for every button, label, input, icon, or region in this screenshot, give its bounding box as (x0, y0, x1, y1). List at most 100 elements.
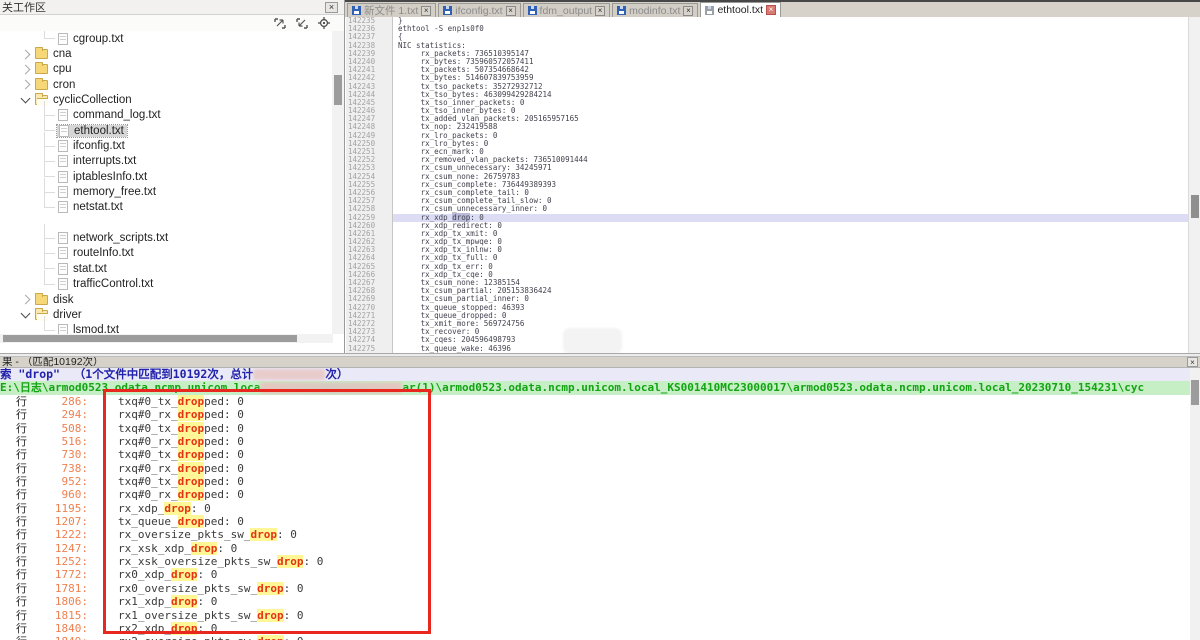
result-row[interactable]: 行1247:rx_xsk_xdp_drop: 0 (0, 542, 1188, 555)
result-row[interactable]: 行508:txq#0_tx_dropped: 0 (0, 422, 1188, 435)
chevron-right-icon[interactable] (21, 80, 31, 90)
editor-line-text: tx_xmit_more: 569724756 (393, 320, 1188, 328)
result-row[interactable]: 行1772:rx0_xdp_drop: 0 (0, 568, 1188, 581)
close-icon[interactable]: × (766, 5, 776, 15)
editor-line[interactable]: 142237{ (346, 33, 1188, 41)
result-row[interactable]: 行730:txq#0_tx_dropped: 0 (0, 448, 1188, 461)
result-line-number: 952: (26, 475, 88, 488)
chevron-right-icon[interactable] (21, 295, 31, 305)
sidebar-item-cgroup.txt[interactable]: cgroup.txt (0, 31, 333, 46)
redaction-box (563, 328, 622, 353)
redaction-box (253, 369, 325, 380)
sidebar-item-netstat.txt[interactable]: netstat.txt (0, 200, 333, 215)
chevron-down-icon[interactable] (21, 308, 31, 318)
result-row[interactable]: 行1207:tx_queue_dropped: 0 (0, 515, 1188, 528)
result-row[interactable]: 行286:txq#0_tx_dropped: 0 (0, 395, 1188, 408)
tab-modinfo.txt[interactable]: modinfo.txt× (612, 3, 698, 17)
tab-label: fdm_output (540, 5, 593, 17)
search-match: drop (178, 435, 205, 448)
result-line-number: 508: (26, 422, 88, 435)
sidebar-item-trafficControl.txt[interactable]: trafficControl.txt (0, 277, 333, 292)
result-text: rx1_xdp_drop: 0 (118, 595, 217, 608)
expand-all-icon[interactable] (274, 18, 286, 29)
result-row[interactable]: 行1222:rx_oversize_pkts_sw_drop: 0 (0, 528, 1188, 541)
tree-selected-item[interactable]: ethtool.txt (57, 125, 127, 137)
result-file-path[interactable]: E:\日志\armod0523.odata.ncmp.unicom.locaar… (0, 381, 1200, 395)
collapse-all-icon[interactable] (296, 18, 308, 29)
close-icon[interactable]: × (683, 6, 693, 16)
match-post: ped: 0 (204, 408, 244, 421)
chevron-right-icon[interactable] (21, 64, 31, 74)
editor-line[interactable]: 142236ethtool -S enp1s0f0 (346, 25, 1188, 33)
close-icon[interactable]: × (421, 6, 431, 16)
tree-item-label: network_scripts.txt (73, 232, 168, 244)
match-post: ped: 0 (204, 475, 244, 488)
tree-vscrollbar[interactable] (332, 31, 344, 334)
result-row[interactable]: 行1195:rx_xdp_drop: 0 (0, 502, 1188, 515)
result-line-number: 1222: (26, 528, 88, 541)
row-prefix-label: 行 (0, 488, 26, 501)
results-vscrollbar[interactable] (1190, 368, 1200, 640)
tab--1.txt[interactable]: 新文件 1.txt× (347, 3, 436, 17)
result-text: rx0_oversize_pkts_sw_drop: 0 (118, 582, 303, 595)
row-prefix-label: 行 (0, 502, 26, 515)
floppy-icon (705, 6, 714, 15)
sidebar-item-cpu[interactable]: cpu (0, 62, 333, 77)
scrollbar-thumb[interactable] (3, 335, 297, 342)
close-icon[interactable]: × (595, 6, 605, 16)
result-row[interactable]: 行1252:rx_xsk_oversize_pkts_sw_drop: 0 (0, 555, 1188, 568)
tree-hscrollbar[interactable] (0, 334, 333, 343)
result-row[interactable]: 行1781:rx0_oversize_pkts_sw_drop: 0 (0, 582, 1188, 595)
scrollbar-thumb[interactable] (334, 75, 342, 105)
scrollbar-thumb[interactable] (1191, 195, 1199, 218)
match-pre: rxq#0_rx_ (118, 462, 178, 475)
tree-item-label: routeInfo.txt (73, 247, 134, 259)
match-post: : 0 (197, 595, 217, 608)
result-row[interactable]: 行960:rxq#0_rx_dropped: 0 (0, 488, 1188, 501)
workspace-toolbar (0, 15, 344, 31)
editor-vscrollbar[interactable] (1188, 17, 1200, 353)
locate-file-icon[interactable] (318, 17, 330, 29)
row-prefix-label: 行 (0, 435, 26, 448)
folder-icon (35, 80, 48, 90)
folder-icon (35, 49, 48, 59)
chevron-right-icon[interactable] (21, 49, 31, 59)
result-row[interactable]: 行738:rxq#0_rx_dropped: 0 (0, 462, 1188, 475)
floppy-icon (528, 6, 537, 15)
result-text: rx0_xdp_drop: 0 (118, 568, 217, 581)
tab-ethtool.txt[interactable]: ethtool.txt× (700, 2, 781, 17)
match-pre: rxq#0_rx_ (118, 435, 178, 448)
result-row[interactable]: 行294:rxq#0_rx_dropped: 0 (0, 408, 1188, 421)
close-icon[interactable]: × (325, 2, 338, 13)
close-icon[interactable]: × (1187, 357, 1198, 367)
result-row[interactable]: 行1806:rx1_xdp_drop: 0 (0, 595, 1188, 608)
chevron-down-icon[interactable] (21, 94, 31, 104)
editor-pane[interactable]: 142235}142236ethtool -S enp1s0f0142237{1… (346, 17, 1188, 353)
close-icon[interactable]: × (506, 6, 516, 16)
result-text: txq#0_tx_dropped: 0 (118, 422, 244, 435)
tab-ifconfig.txt[interactable]: ifconfig.txt× (438, 3, 520, 17)
search-match: drop (178, 462, 205, 475)
row-prefix-label: 行 (0, 568, 26, 581)
row-prefix-label: 行 (0, 635, 26, 640)
editor-line-text: rx_xdp_drop: 0 (393, 214, 1188, 222)
result-row[interactable]: 行1840:rx2_xdp_drop: 0 (0, 622, 1188, 635)
result-text: tx_queue_dropped: 0 (118, 515, 244, 528)
editor-line[interactable]: 142275 tx_queue_wake: 46396 (346, 345, 1188, 353)
result-row[interactable]: 行1815:rx1_oversize_pkts_sw_drop: 0 (0, 609, 1188, 622)
scrollbar-thumb[interactable] (1191, 380, 1199, 405)
tab-fdm_output[interactable]: fdm_output× (523, 3, 611, 17)
result-row[interactable]: 行516:rxq#0_rx_dropped: 0 (0, 435, 1188, 448)
sidebar-item-lsmod.txt[interactable]: lsmod.txt (0, 323, 333, 334)
match-pre: rx1_xdp_ (118, 595, 171, 608)
result-row[interactable]: 行1849:rx2_oversize_pkts_sw_drop: 0 (0, 635, 1188, 640)
tree-item-label: lsmod.txt (73, 324, 119, 334)
file-icon (58, 33, 68, 45)
tab-label: ethtool.txt (717, 4, 763, 16)
result-row[interactable]: 行952:txq#0_tx_dropped: 0 (0, 475, 1188, 488)
sidebar-item-disk[interactable]: disk (0, 292, 333, 307)
file-icon (58, 232, 68, 244)
sidebar-item-cron[interactable]: cron (0, 77, 333, 92)
result-line-number: 1781: (26, 582, 88, 595)
sidebar-item-cna[interactable]: cna (0, 46, 333, 61)
